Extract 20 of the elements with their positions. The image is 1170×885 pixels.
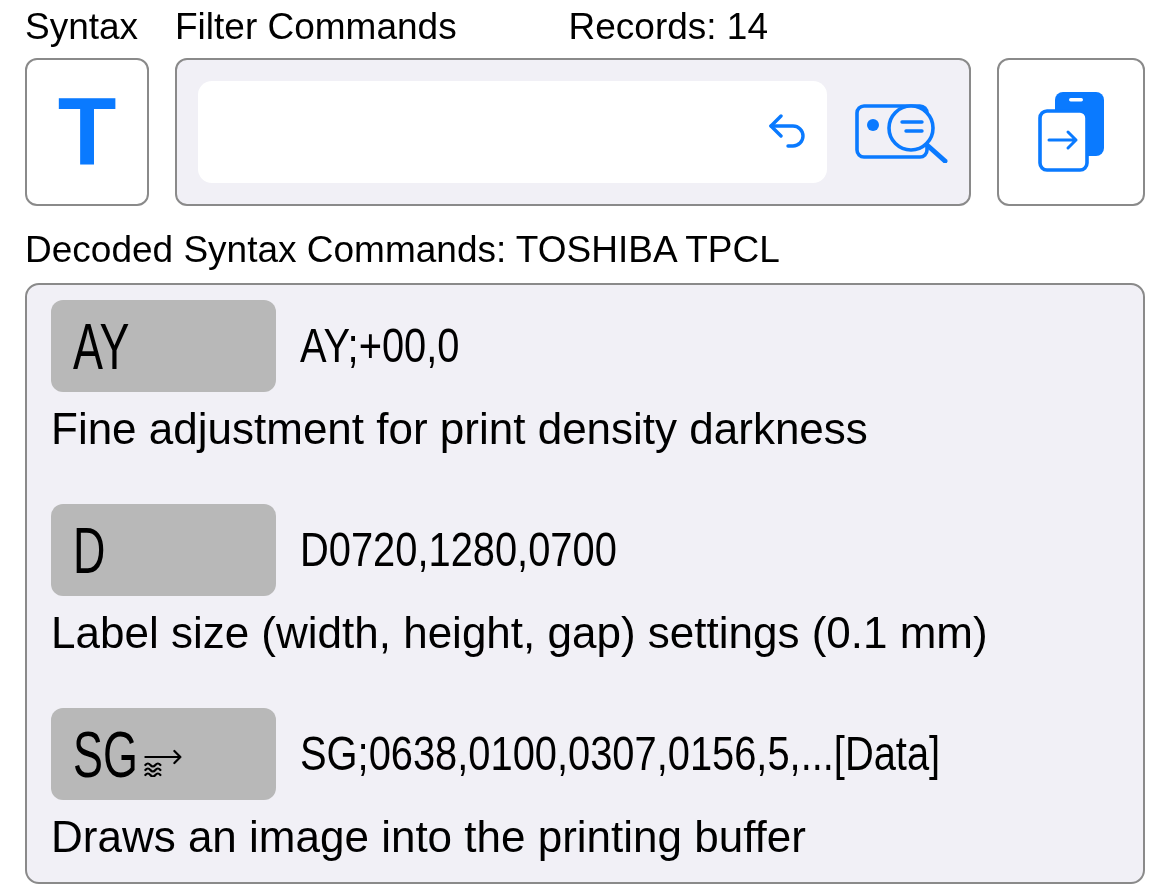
- command-description: Fine adjustment for print density darkness: [51, 403, 868, 455]
- syntax-label: Syntax: [25, 6, 140, 48]
- section-title: Decoded Syntax Commands: TOSHIBA TPCL: [25, 229, 780, 271]
- records-count: Records: 14: [568, 6, 768, 48]
- waves-arrow-icon: [143, 748, 184, 777]
- command-description: Draws an image into the printing buffer: [51, 811, 806, 863]
- devices-arrow-icon: [1038, 92, 1104, 172]
- filter-label: Filter Commands: [175, 6, 457, 48]
- filter-input-field[interactable]: [197, 81, 827, 183]
- command-description: Label size (width, height, gap) settings (0.1 mm): [51, 607, 988, 659]
- command-code: SG: [73, 721, 138, 787]
- transfer-button[interactable]: [997, 58, 1145, 206]
- command-text: AY;+00,0: [300, 322, 460, 370]
- undo-icon[interactable]: [769, 114, 807, 150]
- syntax-button[interactable]: T: [25, 58, 149, 206]
- command-code: AY: [73, 313, 130, 379]
- command-text: SG;0638,0100,0307,0156,5,...[Data]: [300, 730, 941, 778]
- search-card-icon[interactable]: [855, 101, 948, 163]
- command-text: D0720,1280,0700: [300, 526, 617, 574]
- command-code: D: [73, 517, 106, 583]
